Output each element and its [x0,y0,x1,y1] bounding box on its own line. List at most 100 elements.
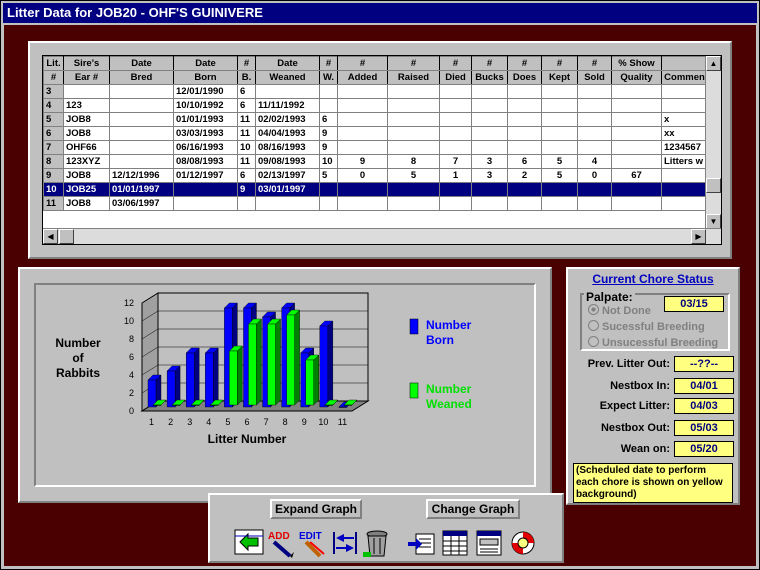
grid-cell[interactable]: 3 [471,154,508,169]
grid-cell[interactable] [439,112,472,127]
grid-cell[interactable] [611,126,662,141]
grid-cell[interactable]: 01/12/1997 [173,168,238,183]
grid-cell[interactable]: 03/06/1997 [109,196,174,211]
grid-cell[interactable]: 1234567 [661,140,708,155]
grid-cell[interactable] [661,196,708,211]
grid-cell[interactable]: JOB8 [63,112,110,127]
grid-cell[interactable] [577,112,612,127]
grid-cell[interactable] [541,182,578,197]
grid-cell[interactable] [471,84,508,99]
edit-icon[interactable]: EDIT [298,528,328,558]
column-header[interactable]: Bucks [471,70,508,85]
scroll-right-icon[interactable]: ▶ [691,229,706,244]
grid-cell[interactable] [319,98,338,113]
table-row[interactable]: 5 JOB8 01/01/1993 11 02/02/1993 6 x [43,112,708,127]
grid-cell[interactable]: JOB25 [63,182,110,197]
grid-cell[interactable]: OHF66 [63,140,110,155]
grid-cell[interactable]: 4 [43,98,64,113]
grid-cell[interactable] [661,182,708,197]
grid-cell[interactable]: 11 [237,126,256,141]
grid-cell[interactable]: 6 [507,154,542,169]
grid-cell[interactable]: 11/11/1992 [255,98,320,113]
grid-cell[interactable] [319,84,338,99]
grid-cell[interactable] [439,196,472,211]
grid-cell[interactable] [109,98,174,113]
grid-cell[interactable]: 9 [319,140,338,155]
grid-cell[interactable] [577,126,612,141]
grid-cell[interactable]: 5 [541,168,578,183]
column-header[interactable]: Weaned [255,70,320,85]
grid-cell[interactable]: 02/02/1993 [255,112,320,127]
grid-cell[interactable]: 3 [471,168,508,183]
grid-cell[interactable] [387,112,440,127]
column-header[interactable]: Died [439,70,472,85]
grid-cell[interactable]: 3 [43,84,64,99]
grid-cell[interactable] [255,84,320,99]
grid-cell[interactable] [661,168,708,183]
grid-cell[interactable] [471,140,508,155]
grid-cell[interactable] [541,112,578,127]
grid-cell[interactable] [237,196,256,211]
grid-cell[interactable] [387,126,440,141]
grid-cell[interactable]: 123 [63,98,110,113]
grid-cell[interactable] [319,182,338,197]
grid-cell[interactable] [337,126,388,141]
grid-cell[interactable]: xx [661,126,708,141]
grid-cell[interactable] [611,112,662,127]
grid-cell[interactable] [439,126,472,141]
column-header[interactable]: Raised [387,70,440,85]
grid-cell[interactable] [387,140,440,155]
grid-cell[interactable]: 67 [611,168,662,183]
column-header[interactable]: Ear # [63,70,110,85]
grid-cell[interactable]: 11 [237,154,256,169]
grid-cell[interactable] [173,182,238,197]
grid-cell[interactable] [387,182,440,197]
grid-cell[interactable]: 08/16/1993 [255,140,320,155]
grid-cell[interactable] [507,84,542,99]
grid-cell[interactable] [507,140,542,155]
grid-cell[interactable]: 10 [319,154,338,169]
grid-cell[interactable]: 10/10/1992 [173,98,238,113]
grid-cell[interactable] [439,140,472,155]
grid-cell[interactable]: 6 [237,168,256,183]
grid-cell[interactable] [471,182,508,197]
grid-cell[interactable] [337,182,388,197]
grid-cell[interactable]: 09/08/1993 [255,154,320,169]
grid-cell[interactable] [577,84,612,99]
grid-cell[interactable] [541,196,578,211]
scroll-left-icon[interactable]: ◀ [43,229,58,244]
grid-cell[interactable]: 9 [43,168,64,183]
litter-table[interactable]: Lit. Sire's Date Date # Date # # # # # # # #% Show # Ea… [43,56,708,211]
grid-cell[interactable]: 5 [319,168,338,183]
scroll-thumb[interactable] [706,178,721,193]
table-row[interactable]: 9 JOB8 12/12/1996 01/12/1997 6 02/13/1997 5 0 5 1… [43,168,708,183]
grid-cell[interactable]: x [661,112,708,127]
table-row[interactable]: 7 OHF66 06/16/1993 10 08/16/1993 9 1234567 [43,140,708,155]
grid-cell[interactable]: JOB8 [63,126,110,141]
grid-cell[interactable] [337,84,388,99]
grid-cell[interactable]: 8 [387,154,440,169]
radio-not-done[interactable]: Not Done [588,304,651,317]
grid-cell[interactable] [439,182,472,197]
table-row[interactable]: 8 123XYZ 08/08/1993 11 09/08/1993 10 9 8 7 3 6 5 4 Li… [43,154,708,169]
grid-cell[interactable]: 0 [577,168,612,183]
grid-cell[interactable] [611,98,662,113]
grid-cell[interactable]: 6 [237,98,256,113]
grid-cell[interactable]: 11 [237,112,256,127]
grid-cell[interactable]: 6 [319,112,338,127]
grid-cell[interactable]: 5 [541,154,578,169]
grid-cell[interactable] [471,112,508,127]
expand-graph-button[interactable]: Expand Graph [270,499,362,519]
grid-cell[interactable] [577,182,612,197]
grid-cell[interactable] [611,140,662,155]
grid-cell[interactable] [387,196,440,211]
grid-cell[interactable] [439,98,472,113]
grid-cell[interactable] [255,196,320,211]
column-header[interactable]: B. [237,70,256,85]
grid-cell[interactable] [109,140,174,155]
table-row[interactable]: 10 JOB25 01/01/1997 9 03/01/1997 [43,182,708,197]
grid-cell[interactable]: 7 [439,154,472,169]
vertical-scrollbar[interactable]: ▲ ▼ [705,56,721,230]
grid-view-icon[interactable] [234,528,264,558]
move-arrows-icon[interactable] [330,528,360,558]
